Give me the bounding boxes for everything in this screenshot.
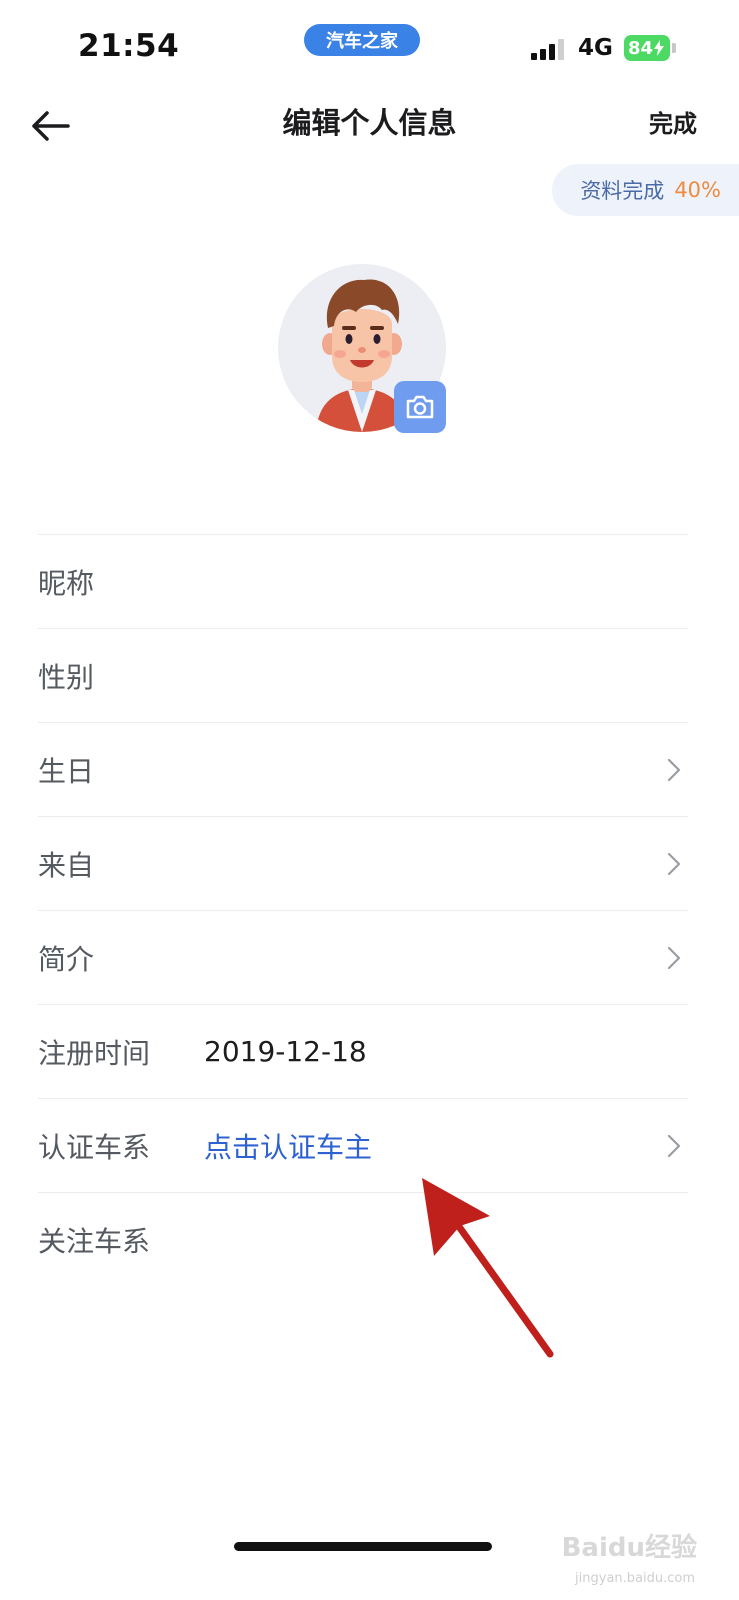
row-label: 昵称 xyxy=(38,566,95,600)
form-row-nickname[interactable]: 昵称 xyxy=(38,535,688,629)
row-label: 简介 xyxy=(38,942,95,976)
chevron-right-icon xyxy=(667,852,681,875)
certify-owner-link[interactable]: 点击认证车主 xyxy=(204,1126,372,1166)
arrow-left-icon xyxy=(32,111,70,141)
row-label: 注册时间 xyxy=(38,1036,151,1070)
completion-label: 资料完成 xyxy=(580,179,665,203)
chevron-right-icon xyxy=(667,946,681,969)
completion-badge[interactable]: 资料完成 40% xyxy=(552,164,739,216)
form-row-certified-series[interactable]: 认证车系 点击认证车主 xyxy=(38,1099,688,1193)
form-row-bio[interactable]: 简介 xyxy=(38,911,688,1005)
row-label: 来自 xyxy=(38,848,95,882)
row-label: 关注车系 xyxy=(38,1224,151,1258)
form-row-register-date: 注册时间 2019-12-18 xyxy=(38,1005,688,1099)
camera-icon xyxy=(406,395,434,419)
watermark-logo: Baidu经验 xyxy=(561,1533,697,1563)
app-name-pill[interactable]: 汽车之家 xyxy=(304,24,420,56)
row-value: 2019-12-18 xyxy=(204,1035,367,1068)
chevron-right-icon xyxy=(667,1134,681,1157)
form-row-gender[interactable]: 性别 xyxy=(38,629,688,723)
signal-icon xyxy=(531,38,567,60)
status-bar: 21:54 汽车之家 4G 84 xyxy=(0,0,739,90)
chevron-right-icon xyxy=(667,758,681,781)
back-button[interactable] xyxy=(24,100,76,152)
battery-icon: 84 xyxy=(624,35,670,61)
row-label: 生日 xyxy=(38,754,95,788)
form-row-birthday[interactable]: 生日 xyxy=(38,723,688,817)
row-label: 性别 xyxy=(38,660,95,694)
annotation-arrow xyxy=(422,1178,554,1358)
battery-level: 84 xyxy=(628,37,654,59)
network-label: 4G xyxy=(578,35,613,61)
row-label: 认证车系 xyxy=(38,1130,151,1164)
done-button[interactable]: 完成 xyxy=(649,104,697,139)
completion-percent: 40% xyxy=(674,178,721,202)
profile-form: 昵称 性别 生日 来自 简介 注册时间 2019-12-18 认证车系 点击认证… xyxy=(38,534,688,1286)
battery-tip xyxy=(672,43,676,53)
watermark-url: jingyan.baidu.com xyxy=(575,1571,695,1586)
change-avatar-button[interactable] xyxy=(394,381,446,433)
page-title: 编辑个人信息 xyxy=(282,106,457,140)
home-indicator[interactable] xyxy=(234,1542,492,1551)
status-time: 21:54 xyxy=(78,28,180,64)
form-row-followed-series[interactable]: 关注车系 xyxy=(38,1193,688,1286)
form-row-location[interactable]: 来自 xyxy=(38,817,688,911)
